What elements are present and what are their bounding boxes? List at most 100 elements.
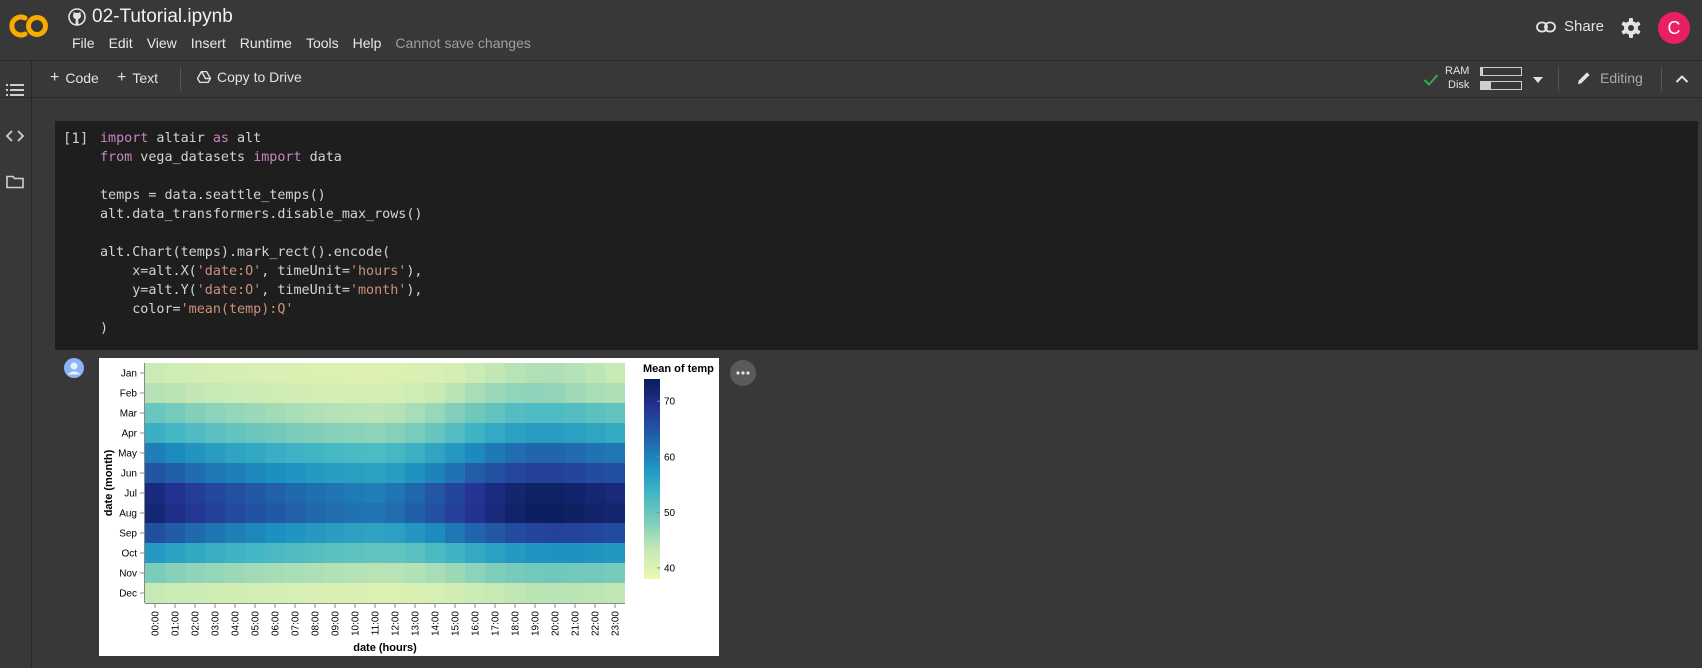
heatmap-cell bbox=[365, 563, 385, 583]
menu-help[interactable]: Help bbox=[346, 35, 389, 51]
heatmap-cell bbox=[245, 423, 265, 443]
heatmap-cell bbox=[545, 523, 565, 543]
heatmap-cell bbox=[305, 403, 325, 423]
y-tick-label: Dec bbox=[119, 589, 137, 600]
chart-actions-button[interactable] bbox=[730, 360, 756, 386]
heatmap-cell bbox=[505, 383, 525, 403]
heatmap-cell bbox=[325, 403, 345, 423]
colab-logo[interactable] bbox=[8, 10, 50, 42]
heatmap-cell bbox=[565, 463, 585, 483]
x-tick-label: 18:00 bbox=[511, 611, 522, 636]
menu-insert[interactable]: Insert bbox=[184, 35, 233, 51]
heatmap-cell bbox=[405, 403, 425, 423]
folder-icon[interactable] bbox=[6, 175, 24, 189]
chevron-up-icon[interactable] bbox=[1675, 74, 1689, 84]
avatar[interactable]: C bbox=[1658, 12, 1690, 44]
menu-runtime[interactable]: Runtime bbox=[233, 35, 299, 51]
copy-to-drive-label: Copy to Drive bbox=[217, 69, 302, 85]
gear-icon[interactable] bbox=[1620, 17, 1642, 39]
heatmap-cell bbox=[185, 363, 205, 383]
legend-tick-label: 50 bbox=[664, 508, 676, 519]
share-label: Share bbox=[1564, 18, 1605, 35]
heatmap-cell bbox=[225, 583, 245, 603]
notebook-title[interactable]: 02-Tutorial.ipynb bbox=[92, 6, 233, 28]
copy-to-drive-button[interactable]: Copy to Drive bbox=[197, 69, 302, 85]
execution-count: [1] bbox=[63, 131, 89, 147]
heatmap-cell bbox=[165, 483, 185, 503]
heatmap-cell bbox=[385, 363, 405, 383]
heatmap-cell bbox=[265, 563, 285, 583]
heatmap-cell bbox=[525, 443, 545, 463]
heatmap-cell bbox=[145, 423, 165, 443]
heatmap-cell bbox=[345, 463, 365, 483]
heatmap-cell bbox=[505, 583, 525, 603]
editing-mode-button[interactable]: Editing bbox=[1576, 70, 1643, 86]
heatmap-cell bbox=[325, 583, 345, 603]
heatmap-cell bbox=[425, 463, 445, 483]
heatmap-cell bbox=[485, 523, 505, 543]
heatmap-cell bbox=[585, 463, 605, 483]
heatmap-cell bbox=[445, 583, 465, 603]
heatmap-cell bbox=[485, 563, 505, 583]
heatmap-cell bbox=[185, 443, 205, 463]
heatmap-cell bbox=[325, 483, 345, 503]
heatmap-cell bbox=[165, 403, 185, 423]
disk-meter bbox=[1480, 81, 1522, 90]
menu-file[interactable]: File bbox=[65, 35, 102, 51]
left-sidebar bbox=[0, 61, 32, 668]
add-text-label: Text bbox=[132, 70, 159, 86]
heatmap-cell bbox=[445, 383, 465, 403]
menu-edit[interactable]: Edit bbox=[102, 35, 140, 51]
heatmap-cell bbox=[325, 463, 345, 483]
heatmap-cell bbox=[365, 403, 385, 423]
heatmap-cell bbox=[525, 523, 545, 543]
add-text-button[interactable]: + Text bbox=[117, 69, 158, 87]
heatmap-cell bbox=[465, 403, 485, 423]
heatmap-cell bbox=[445, 403, 465, 423]
heatmap-cell bbox=[505, 563, 525, 583]
heatmap-cell bbox=[245, 463, 265, 483]
heatmap-cell bbox=[205, 403, 225, 423]
heatmap-cell bbox=[445, 523, 465, 543]
save-status-note: Cannot save changes bbox=[395, 35, 531, 51]
heatmap-cell bbox=[265, 383, 285, 403]
heatmap-cell bbox=[605, 463, 625, 483]
chevron-down-icon[interactable] bbox=[1533, 77, 1543, 83]
y-tick-label: Apr bbox=[121, 429, 137, 440]
heatmap-cell bbox=[345, 423, 365, 443]
x-tick-label: 17:00 bbox=[491, 611, 502, 636]
heatmap-cell bbox=[545, 423, 565, 443]
heatmap-cell bbox=[225, 483, 245, 503]
heatmap-cell bbox=[305, 423, 325, 443]
heatmap-cell bbox=[405, 383, 425, 403]
code-cell[interactable]: [1] import altair as alt from vega_datas… bbox=[55, 121, 1698, 350]
heatmap-cell bbox=[325, 503, 345, 523]
heatmap-cell bbox=[585, 523, 605, 543]
add-code-button[interactable]: + Code bbox=[50, 69, 99, 87]
heatmap-cell bbox=[485, 463, 505, 483]
y-tick-label: Nov bbox=[119, 569, 137, 580]
heatmap-cell bbox=[505, 523, 525, 543]
heatmap-cell bbox=[205, 423, 225, 443]
heatmap-cell bbox=[385, 423, 405, 443]
heatmap-cell bbox=[605, 423, 625, 443]
heatmap-cell bbox=[185, 543, 205, 563]
code-snippets-icon[interactable] bbox=[6, 130, 24, 142]
y-tick-label: May bbox=[118, 449, 137, 460]
code-editor[interactable]: import altair as alt from vega_datasets … bbox=[100, 129, 423, 338]
heatmap-cell bbox=[185, 403, 205, 423]
share-button[interactable]: Share bbox=[1536, 18, 1604, 35]
menu-tools[interactable]: Tools bbox=[299, 35, 346, 51]
y-tick-label: Sep bbox=[119, 529, 137, 540]
menu-view[interactable]: View bbox=[140, 35, 184, 51]
heatmap-cell bbox=[545, 463, 565, 483]
heatmap-cell bbox=[205, 583, 225, 603]
heatmap-cell bbox=[585, 383, 605, 403]
table-of-contents-icon[interactable] bbox=[6, 83, 24, 97]
heatmap-cell bbox=[205, 383, 225, 403]
heatmap-cell bbox=[565, 543, 585, 563]
heatmap-cell bbox=[385, 463, 405, 483]
heatmap-cell bbox=[425, 543, 445, 563]
legend-tick-label: 70 bbox=[664, 397, 676, 408]
heatmap-cell bbox=[505, 503, 525, 523]
